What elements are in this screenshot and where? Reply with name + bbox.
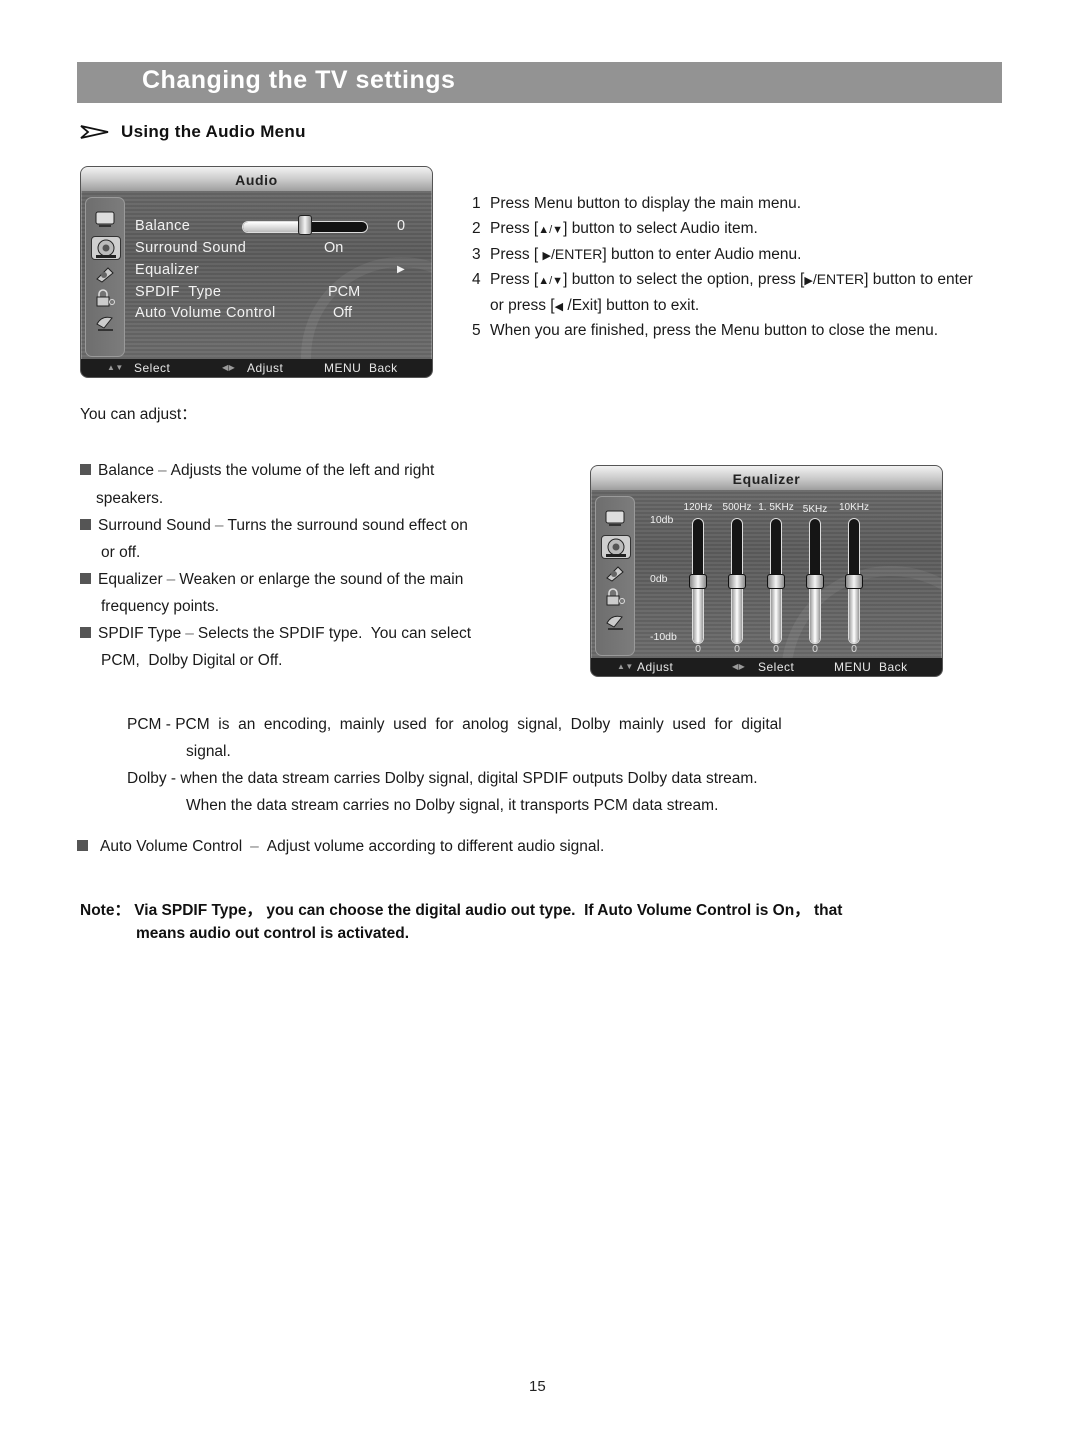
menu-item-balance[interactable]: Balance	[135, 218, 190, 234]
picture-icon[interactable]	[604, 509, 626, 527]
footer-select-hint: Select	[758, 660, 795, 674]
audio-menu-title: Audio	[81, 167, 432, 191]
equalizer-menu-footer: ▲▼ Adjust ◀▶ Select MENU Back	[591, 658, 942, 676]
balance-slider-knob[interactable]	[298, 215, 312, 235]
eq-band-label: 5KHz	[802, 504, 828, 515]
menu-item-equalizer[interactable]: Equalizer	[135, 262, 199, 278]
menu-sidebar	[595, 496, 635, 656]
note-text: Note： Via SPDIF Type， you can choose the…	[80, 902, 843, 919]
dolby-description-cont: When the data stream carries no Dolby si…	[186, 797, 719, 814]
eq-band-label: 120Hz	[683, 502, 713, 513]
footer-adjust-hint: Adjust	[637, 660, 674, 674]
note-text-cont: means audio out control is activated.	[136, 925, 410, 942]
audio-icon[interactable]	[601, 535, 631, 559]
left-right-arrows-icon: ◀▶	[732, 662, 746, 671]
submenu-arrow-icon: ▶	[397, 264, 405, 275]
eq-band-slider-knob[interactable]	[845, 574, 863, 589]
bullet-surround-sound: Surround Sound – Turns the surround sound …	[80, 517, 468, 535]
eq-band-slider-knob[interactable]	[689, 574, 707, 589]
eq-band-slider-fill	[849, 581, 859, 643]
eq-band-value: 0	[812, 643, 818, 655]
balance-value: 0	[397, 218, 406, 234]
up-down-arrows-icon: ▲▼	[617, 662, 634, 671]
eq-band-slider-fill	[732, 581, 742, 643]
up-down-arrow-icon: ▲/▼	[538, 275, 564, 287]
eq-band-value: 0	[851, 643, 857, 655]
page-number: 15	[529, 1378, 546, 1395]
footer-adjust-hint: Adjust	[247, 361, 284, 375]
bullet-equalizer: Equalizer – Weaken or enlarge the sound of…	[80, 571, 463, 589]
up-down-arrows-icon: ▲▼	[107, 363, 124, 372]
bullet-auto-volume-control: Auto Volume Control – Adjust volume accord…	[77, 838, 604, 856]
you-can-adjust-label: You can adjust：	[80, 406, 197, 423]
right-arrow-icon: ▶	[542, 250, 552, 262]
channel-icon[interactable]	[94, 314, 116, 332]
menu-item-spdif-type[interactable]: SPDIF Type	[135, 284, 221, 300]
db-label-zero: 0db	[650, 573, 668, 585]
page-title: Changing the TV settings	[142, 66, 456, 94]
picture-icon[interactable]	[94, 210, 116, 228]
eq-band-label: 500Hz	[722, 502, 752, 513]
footer-select-hint: Select	[134, 361, 171, 375]
eq-band-slider-fill	[810, 581, 820, 643]
bullet-balance-cont: speakers.	[96, 490, 164, 507]
eq-band-slider-fill	[693, 581, 703, 643]
lock-icon[interactable]	[604, 588, 626, 606]
pcm-description: PCM - PCM is an encoding, mainly used fo…	[127, 716, 782, 733]
bullet-square-icon	[80, 464, 91, 475]
bullet-square-icon	[80, 519, 91, 530]
equalizer-menu-title: Equalizer	[591, 466, 942, 490]
eq-band-slider-knob[interactable]	[728, 574, 746, 589]
audio-menu-screen: Audio Balance 0 Surround Sound On Equali…	[80, 166, 433, 378]
dolby-description: Dolby - when the data stream carries Dol…	[127, 770, 758, 787]
bullet-spdif-type-cont: PCM, Dolby Digital or Off.	[101, 652, 283, 669]
left-arrow-icon: ◀	[554, 301, 564, 313]
surround-sound-value: On	[324, 240, 344, 256]
eq-band-slider-fill	[771, 581, 781, 643]
auto-volume-value: Off	[333, 305, 353, 321]
lock-icon[interactable]	[94, 289, 116, 307]
section-title: Using the Audio Menu	[121, 122, 306, 141]
eq-band-label: 10KHz	[838, 502, 869, 513]
equalizer-menu-screen: Equalizer 10db 0db -10db 120Hz 0 500Hz 0 1. …	[590, 465, 943, 677]
audio-icon[interactable]	[91, 236, 121, 260]
eq-band-value: 0	[773, 643, 779, 655]
eq-band-slider-knob[interactable]	[806, 574, 824, 589]
db-label-min: -10db	[650, 631, 677, 643]
balance-slider-fill	[243, 222, 305, 232]
menu-sidebar	[85, 197, 125, 357]
channel-icon[interactable]	[604, 613, 626, 631]
bullet-spdif-type: SPDIF Type – Selects the SPDIF type. You c…	[80, 625, 471, 643]
bullet-square-icon	[80, 627, 91, 638]
pcm-description-cont: signal.	[186, 743, 231, 760]
audio-menu-footer: ▲▼ Select ◀▶ Adjust MENU Back	[81, 359, 432, 377]
db-label-max: 10db	[650, 514, 674, 526]
eq-band-label: 1. 5KHz	[758, 502, 794, 513]
bullet-square-icon	[80, 573, 91, 584]
up-down-arrow-icon: ▲/▼	[538, 224, 564, 236]
bullet-equalizer-cont: frequency points.	[101, 598, 220, 615]
left-right-arrows-icon: ◀▶	[222, 363, 236, 372]
setup-icon[interactable]	[94, 265, 116, 283]
menu-item-surround-sound[interactable]: Surround Sound	[135, 240, 246, 256]
setup-icon[interactable]	[604, 564, 626, 582]
spdif-type-value: PCM	[328, 284, 361, 300]
eq-band-value: 0	[734, 643, 740, 655]
eq-band-slider-knob[interactable]	[767, 574, 785, 589]
bullet-square-icon	[77, 840, 88, 851]
bullet-surround-sound-cont: or off.	[101, 544, 141, 561]
menu-item-auto-volume-control[interactable]: Auto Volume Control	[135, 305, 276, 321]
arrow-right-icon	[80, 125, 109, 139]
footer-back-hint: MENU Back	[834, 660, 908, 674]
footer-back-hint: MENU Back	[324, 361, 398, 375]
bullet-balance: Balance – Adjusts the volume of the left a…	[80, 462, 434, 480]
eq-band-value: 0	[695, 643, 701, 655]
right-arrow-icon: ▶	[804, 275, 813, 287]
